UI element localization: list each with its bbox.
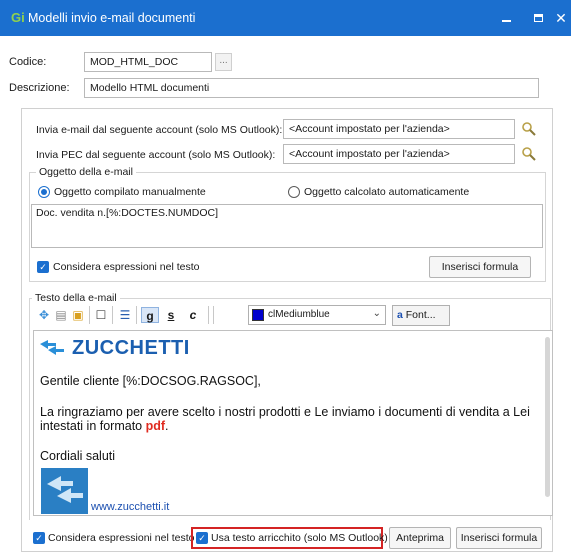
pec-account-field[interactable]: <Account impostato per l'azienda>: [283, 144, 515, 164]
minimize-button[interactable]: [489, 0, 523, 36]
brand-header: ZUCCHETTI: [38, 335, 190, 361]
window-title: Modelli invio e-mail documenti: [28, 11, 196, 25]
website-link[interactable]: www.zucchetti.it: [91, 501, 169, 513]
codice-field[interactable]: MOD_HTML_DOC: [84, 52, 212, 72]
codice-label: Codice:: [9, 56, 47, 68]
body-line-2-suffix: .: [165, 419, 169, 433]
zucchetti-square-logo-icon: [41, 468, 88, 514]
oggetto-legend: Oggetto della e-mail: [36, 166, 136, 178]
paste-icon[interactable]: ▣: [71, 307, 85, 323]
toolbar-separator: [213, 306, 214, 324]
color-swatch: [252, 309, 264, 321]
toolbar-separator: [89, 306, 90, 324]
bullet-list-icon[interactable]: ☰: [117, 307, 133, 323]
radio-oggetto-automatico[interactable]: [288, 186, 300, 198]
email-account-label: Invia e-mail dal seguente account (solo …: [36, 124, 283, 136]
title-bar: Gi Modelli invio e-mail documenti ✕: [0, 0, 571, 36]
descrizione-field[interactable]: Modello HTML documenti: [84, 78, 539, 98]
maximize-icon: [533, 14, 543, 22]
greeting-text: Gentile cliente [%:DOCSOG.RAGSOC],: [40, 374, 261, 388]
insert-formula-oggetto-button[interactable]: Inserisci formula: [429, 256, 531, 278]
search-icon[interactable]: [521, 121, 537, 137]
chevron-down-icon: ⌄: [372, 308, 381, 319]
close-icon: ✕: [555, 9, 567, 26]
font-icon: a: [397, 309, 403, 321]
zucchetti-logo-icon: [40, 340, 64, 355]
codice-browse-button[interactable]: ...: [215, 53, 232, 71]
minimize-icon: [501, 20, 511, 22]
radio-oggetto-manuale[interactable]: [38, 186, 50, 198]
oggetto-textarea[interactable]: Doc. vendita n.[%:DOCTES.NUMDOC]: [31, 204, 543, 248]
pec-account-label: Invia PEC dal seguente account (solo MS …: [36, 149, 276, 161]
color-select[interactable]: clMediumblue ⌄: [248, 305, 386, 325]
font-color-letter-button[interactable]: c: [186, 307, 200, 323]
insert-formula-testo-button[interactable]: Inserisci formula: [456, 527, 542, 549]
copy-icon[interactable]: ▤: [54, 307, 68, 323]
email-account-field[interactable]: <Account impostato per l'azienda>: [283, 119, 515, 139]
app-logo-icon: Gi: [11, 10, 25, 25]
close-button[interactable]: ✕: [544, 0, 571, 36]
toolbar-separator: [112, 306, 113, 324]
descrizione-label: Descrizione:: [9, 82, 70, 94]
underline-button[interactable]: s: [164, 307, 178, 323]
border-icon[interactable]: ☐: [94, 307, 108, 323]
body-line-1: La ringraziamo per avere scelto i nostri…: [40, 405, 530, 419]
rich-text-label: Usa testo arricchito (solo MS Outlook): [211, 532, 388, 544]
body-line-2-prefix: intestati in formato: [40, 419, 146, 433]
radio-oggetto-automatico-label[interactable]: Oggetto calcolato automaticamente: [304, 186, 469, 198]
editor-scrollbar[interactable]: [545, 337, 550, 497]
brand-name: ZUCCHETTI: [72, 336, 190, 359]
testo-legend: Testo della e-mail: [32, 292, 120, 304]
color-select-value: clMediumblue: [268, 309, 330, 320]
consider-expressions-oggetto-checkbox[interactable]: ✓: [37, 261, 49, 273]
body-line-2: intestati in formato pdf.: [40, 419, 169, 433]
consider-expressions-testo-label: Considera espressioni nel testo: [48, 532, 195, 544]
search-icon[interactable]: [521, 146, 537, 162]
email-body-editor[interactable]: ZUCCHETTI Gentile cliente [%:DOCSOG.RAGS…: [33, 330, 553, 516]
radio-oggetto-manuale-label[interactable]: Oggetto compilato manualmente: [54, 186, 206, 198]
pdf-text: pdf: [145, 419, 166, 433]
closing-text: Cordiali saluti: [40, 449, 116, 463]
bold-button[interactable]: g: [141, 307, 159, 323]
consider-expressions-oggetto-label: Considera espressioni nel testo: [53, 261, 200, 273]
toolbar-separator: [208, 306, 209, 324]
rich-text-checkbox[interactable]: ✓: [196, 532, 208, 544]
preview-button[interactable]: Anteprima: [389, 527, 451, 549]
font-button[interactable]: a Font...: [392, 305, 450, 326]
consider-expressions-testo-checkbox[interactable]: ✓: [33, 532, 45, 544]
insert-image-icon[interactable]: ✥: [37, 307, 51, 323]
font-button-label: Font...: [405, 309, 436, 321]
toolbar-separator: [136, 306, 137, 324]
